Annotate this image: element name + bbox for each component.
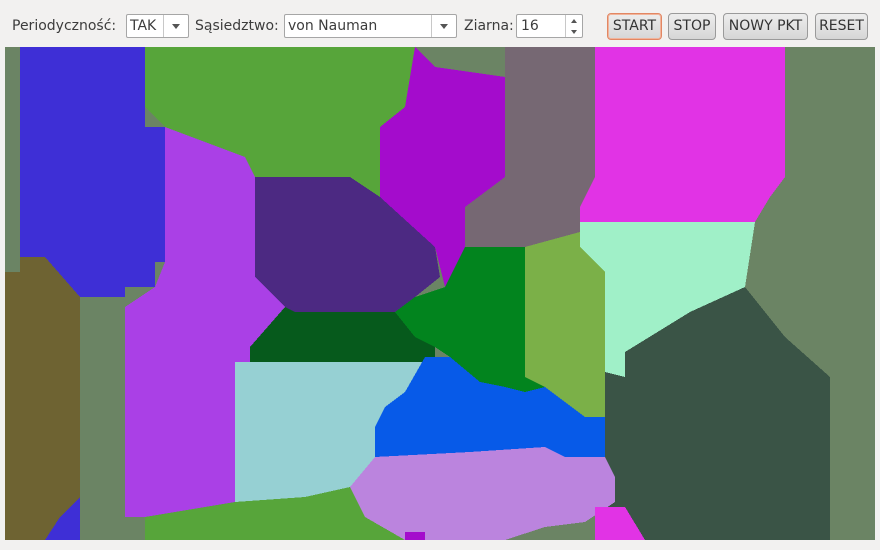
- grain-region: [405, 532, 425, 540]
- new-point-button[interactable]: NOWY PKT: [723, 13, 808, 40]
- periodicity-value: TAK: [130, 18, 157, 34]
- grains-value: 16: [521, 18, 539, 34]
- periodicity-label: Periodyczność:: [12, 18, 117, 34]
- grain-region: [350, 447, 615, 540]
- grains-spinner[interactable]: 16: [516, 14, 583, 38]
- footer-bar: [0, 540, 880, 550]
- grain-growth-canvas[interactable]: [5, 47, 875, 540]
- reset-button[interactable]: RESET: [815, 13, 868, 40]
- increment-arrow-icon[interactable]: [566, 15, 582, 26]
- neighborhood-combobox[interactable]: von Nauman: [284, 14, 457, 38]
- start-button[interactable]: START: [607, 13, 662, 40]
- grain-region: [5, 257, 80, 540]
- neighborhood-value: von Nauman: [288, 18, 378, 34]
- grains-label: Ziarna:: [464, 18, 514, 34]
- decrement-arrow-icon[interactable]: [566, 26, 582, 37]
- periodicity-combobox[interactable]: TAK: [126, 14, 189, 38]
- chevron-down-icon[interactable]: [163, 15, 188, 37]
- neighborhood-label: Sąsiedztwo:: [195, 18, 279, 34]
- toolbar: Periodyczność: TAK Sąsiedztwo: von Nauma…: [0, 0, 880, 46]
- stop-button[interactable]: STOP: [668, 13, 716, 40]
- grain-region: [580, 47, 785, 222]
- chevron-down-icon[interactable]: [431, 15, 456, 37]
